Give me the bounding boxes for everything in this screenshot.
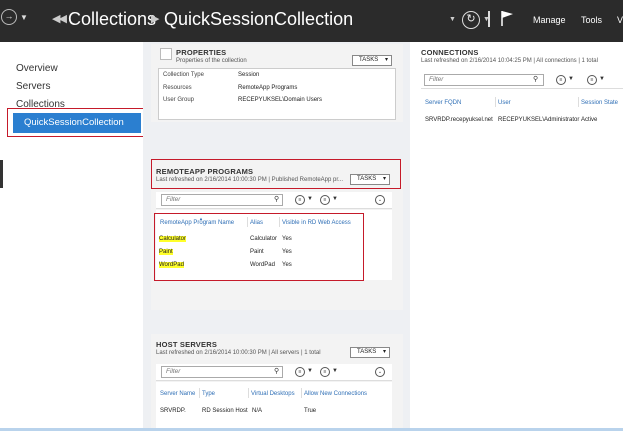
group-by-icon[interactable]: ≡ [295, 195, 305, 205]
menu-tools[interactable]: Tools [581, 15, 602, 25]
table-cell-server-name[interactable]: SRVRDP. [160, 408, 186, 414]
title-bar: → ▼ ◀◀ Collections ▶ QuickSessionCollect… [0, 0, 623, 42]
table-cell-allow-new-connections[interactable]: True [304, 408, 316, 414]
breadcrumb-current: QuickSessionCollection [164, 9, 354, 29]
properties-subtitle: Properties of the collection [176, 58, 247, 64]
chevron-down-icon[interactable]: ▼ [332, 368, 338, 374]
collapse-icon[interactable] [160, 48, 172, 60]
sort-icon[interactable]: ≡ [320, 195, 330, 205]
property-value: Session [238, 72, 260, 78]
sidebar-item-servers[interactable]: Servers [16, 81, 50, 92]
column-divider [578, 97, 579, 107]
properties-tasks-button[interactable]: TASKS [352, 55, 392, 66]
column-header-user[interactable]: User [498, 100, 511, 106]
column-header-allow-new-connections[interactable]: Allow New Connections [304, 391, 367, 397]
breadcrumb-collections[interactable]: Collections [68, 9, 156, 30]
divider [488, 11, 490, 27]
group-by-icon[interactable]: ≡ [295, 367, 305, 377]
hostservers-filter-input[interactable]: Filter [161, 366, 283, 378]
property-key: Collection Type [163, 72, 204, 78]
hostservers-title: HOST SERVERS [156, 340, 218, 349]
column-header-server-fqdn[interactable]: Server FQDN [425, 100, 461, 106]
table-cell-type[interactable]: RD Session Host [202, 408, 248, 414]
column-header-session-state[interactable]: Session State [581, 100, 618, 106]
table-cell-server-fqdn[interactable]: SRVRDP.recepyuksel.net [425, 117, 493, 123]
sort-icon[interactable]: ≡ [587, 75, 597, 85]
column-divider [199, 388, 200, 398]
hostservers-tasks-button[interactable]: TASKS [350, 347, 390, 358]
expand-icon[interactable]: ⌄ [375, 195, 385, 205]
remoteapp-tasks-button[interactable]: TASKS [350, 174, 390, 185]
search-icon[interactable]: ⚲ [274, 367, 279, 375]
back-arrow-icon[interactable]: → [1, 9, 17, 25]
table-cell-session-state[interactable]: Active [581, 117, 597, 123]
property-key: User Group [163, 97, 195, 103]
connections-filter-input[interactable]: Filter [424, 74, 544, 86]
breadcrumb-separator-icon: ▶ [151, 13, 160, 25]
column-header-type[interactable]: Type [202, 391, 215, 397]
chevron-down-icon[interactable]: ▼ [568, 76, 574, 82]
remoteapp-title: REMOTEAPP PROGRAMS [156, 167, 254, 176]
menu-view[interactable]: V [617, 15, 623, 25]
chevron-down-icon[interactable]: ▼ [332, 196, 338, 202]
connections-subtitle: Last refreshed on 2/16/2014 10:04:25 PM … [421, 58, 598, 64]
menu-manage[interactable]: Manage [533, 15, 566, 25]
remoteapp-filter-input[interactable]: Filter [161, 194, 283, 206]
splitter-handle[interactable] [0, 160, 3, 188]
chevron-down-icon[interactable]: ▼ [307, 196, 313, 202]
column-header-server-name[interactable]: Server Name [160, 391, 195, 397]
refresh-icon[interactable]: ↻ [462, 11, 480, 29]
chevron-down-icon[interactable]: ▼ [599, 76, 605, 82]
properties-title: PROPERTIES [176, 48, 227, 57]
chevron-down-icon[interactable]: ▼ [449, 16, 456, 23]
search-icon[interactable]: ⚲ [274, 195, 279, 203]
remoteapp-subtitle: Last refreshed on 2/16/2014 10:00:30 PM … [156, 177, 344, 183]
column-divider [301, 388, 302, 398]
property-key: Resources [163, 85, 192, 91]
annotation-box-sidebar [7, 108, 156, 137]
column-divider [495, 97, 496, 107]
annotation-box-remoteapp-list [154, 213, 364, 281]
search-icon[interactable]: ⚲ [533, 75, 538, 83]
chevron-down-icon[interactable]: ▼ [307, 368, 313, 374]
sort-icon[interactable]: ≡ [320, 367, 330, 377]
property-value: RemoteApp Programs [238, 85, 298, 91]
table-cell-virtual-desktops[interactable]: N/A [252, 408, 262, 414]
expand-icon[interactable]: ⌄ [375, 367, 385, 377]
column-divider [248, 388, 249, 398]
notifications-flag-icon[interactable] [500, 10, 514, 26]
property-value: RECEPYUKSEL\Domain Users [238, 97, 323, 103]
sidebar-item-overview[interactable]: Overview [16, 63, 58, 74]
group-by-icon[interactable]: ≡ [556, 75, 566, 85]
breadcrumb-back-icon[interactable]: ◀◀ [52, 12, 67, 25]
hostservers-grid [156, 382, 392, 428]
column-header-virtual-desktops[interactable]: Virtual Desktops [251, 391, 295, 397]
hostservers-subtitle: Last refreshed on 2/16/2014 10:00:30 PM … [156, 350, 321, 356]
chevron-down-icon[interactable]: ▼ [20, 13, 28, 22]
table-cell-user[interactable]: RECEPYUKSEL\Administrator [498, 117, 579, 123]
connections-title: CONNECTIONS [421, 48, 479, 57]
